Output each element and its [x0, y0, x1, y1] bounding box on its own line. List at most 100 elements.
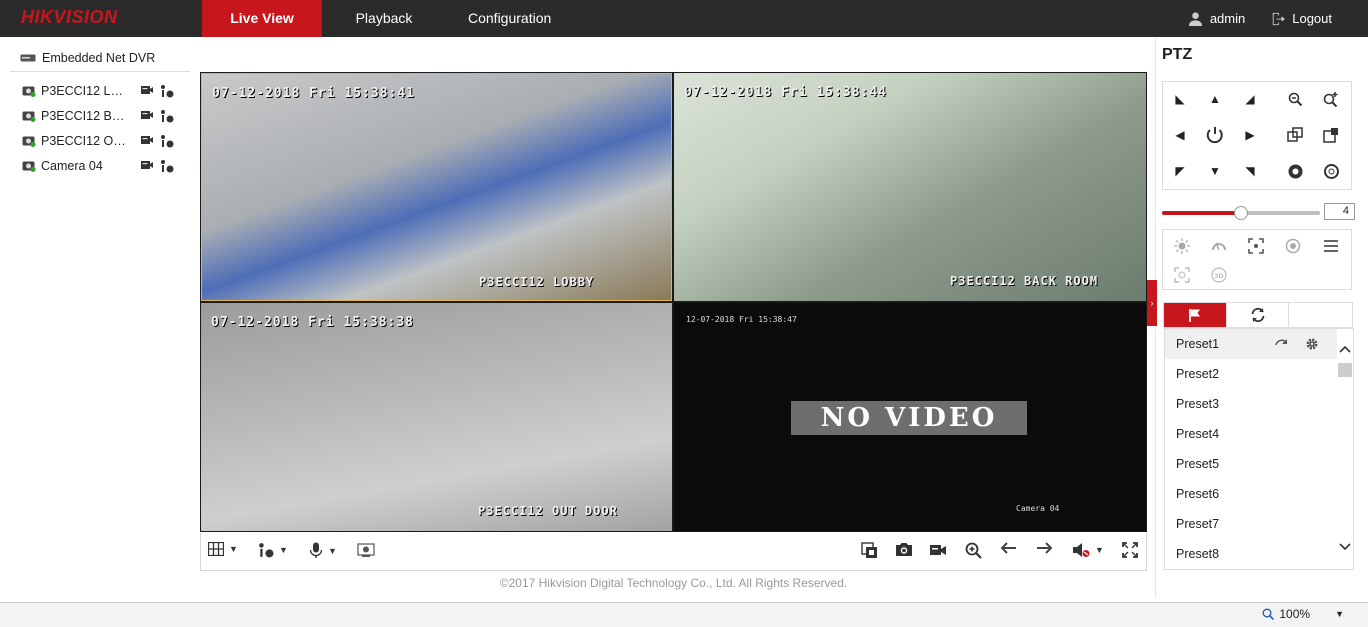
gear-icon[interactable] — [1305, 337, 1319, 351]
volume-button[interactable]: ▼ — [1072, 542, 1104, 558]
fullscreen-button[interactable] — [1122, 542, 1138, 558]
focus-near-icon — [1287, 127, 1303, 142]
ptz-right-button[interactable]: ▶ — [1235, 120, 1265, 150]
lens-init-button[interactable] — [1281, 234, 1305, 258]
focus-far-button[interactable] — [1316, 120, 1346, 150]
fisheye-button[interactable] — [357, 542, 375, 558]
iris-open-button[interactable] — [1280, 156, 1310, 186]
logout-label: Logout — [1292, 11, 1332, 26]
list-item[interactable]: Preset5 — [1165, 449, 1337, 479]
wiper-button[interactable] — [1207, 234, 1231, 258]
window-layout-button[interactable]: ▼ — [208, 542, 238, 556]
video-cell-1[interactable]: 07-12-2018 Fri 15:38:41 P3ECCI12 LOBBY — [201, 73, 672, 301]
light-button[interactable] — [1170, 234, 1194, 258]
camera-online-icon — [22, 111, 36, 122]
tree-camera-4[interactable]: Camera 04 — [10, 153, 190, 178]
next-page-button[interactable] — [1036, 542, 1052, 554]
capture-window-button[interactable] — [861, 542, 878, 559]
ptz-up-button[interactable]: ▲ — [1200, 84, 1230, 114]
arrow-down-icon: ▼ — [1209, 164, 1221, 178]
chevron-down-icon[interactable] — [1339, 543, 1351, 551]
zoom-control[interactable]: 100% ▼ — [1262, 607, 1344, 621]
video-cell-4[interactable]: 12-07-2018 Fri 15:38:47 NO VIDEO Camera … — [674, 303, 1146, 531]
arrow-left-icon — [1001, 542, 1016, 554]
video-toolbar: ▼ ▼ ▼ ▼ — [200, 533, 1147, 571]
video-camera-label: P3ECCI12 BACK ROOM — [950, 274, 1099, 288]
camera-online-icon — [22, 86, 36, 97]
list-item[interactable]: Preset3 — [1165, 389, 1337, 419]
arrow-down-left-icon: ◤ — [1175, 164, 1185, 178]
video-timestamp: 07-12-2018 Fri 15:38:41 — [212, 86, 416, 101]
ptz-up-left-button[interactable]: ◣ — [1165, 84, 1195, 114]
video-camera-label: Camera 04 — [1016, 504, 1060, 513]
ptz-speed-value[interactable]: 4 — [1324, 203, 1355, 220]
stream-type-button[interactable]: ▼ — [258, 542, 288, 558]
digital-zoom-button[interactable] — [965, 542, 982, 559]
snapshot-button[interactable] — [895, 542, 913, 557]
list-item[interactable]: Preset2 — [1165, 359, 1337, 389]
tracking-icon — [1174, 267, 1190, 283]
menu-button[interactable] — [1319, 234, 1343, 258]
list-item[interactable]: Preset7 — [1165, 509, 1337, 539]
video-cell-3[interactable]: 07-12-2018 Fri 15:38:38 P3ECCI12 OUT DOO… — [201, 303, 672, 531]
chevron-up-icon[interactable] — [1339, 345, 1351, 353]
tree-camera-1[interactable]: P3ECCI12 LO… — [10, 78, 190, 103]
ptz-auto-button[interactable] — [1200, 120, 1230, 150]
record-icon[interactable] — [140, 109, 154, 121]
tab-pattern[interactable] — [1289, 303, 1352, 327]
ptz-up-right-button[interactable]: ◢ — [1235, 84, 1265, 114]
ptz-control-icon[interactable] — [160, 159, 174, 173]
tab-presets[interactable] — [1164, 303, 1227, 327]
tab-live-view[interactable]: Live View — [202, 0, 322, 37]
grid-layout-icon — [208, 542, 224, 556]
rotate-icon — [1206, 127, 1223, 144]
ptz-control-icon[interactable] — [160, 84, 174, 98]
auxiliary-focus-button[interactable] — [1244, 234, 1268, 258]
tab-patrols[interactable] — [1227, 303, 1290, 327]
record-icon[interactable] — [140, 84, 154, 96]
list-item[interactable]: Preset1 — [1165, 329, 1337, 359]
record-icon[interactable] — [140, 134, 154, 146]
tree-camera-3[interactable]: P3ECCI12 OU… — [10, 128, 190, 153]
ptz-title: PTZ — [1162, 46, 1193, 63]
video-timestamp: 07-12-2018 Fri 15:38:38 — [211, 315, 415, 330]
ptz-control-icon[interactable] — [160, 109, 174, 123]
scrollbar-thumb[interactable] — [1338, 363, 1352, 377]
fullscreen-icon — [1122, 542, 1138, 558]
record-all-button[interactable] — [929, 542, 947, 557]
ptz-down-button[interactable]: ▼ — [1200, 156, 1230, 186]
arrow-up-right-icon: ◢ — [1245, 92, 1255, 106]
previous-page-button[interactable] — [1001, 542, 1017, 554]
list-item[interactable]: Preset8 — [1165, 539, 1337, 569]
tree-camera-2[interactable]: P3ECCI12 BA… — [10, 103, 190, 128]
ptz-speed-slider[interactable] — [1162, 205, 1320, 221]
camera-name: P3ECCI12 LO… — [41, 83, 129, 98]
manual-tracking-button[interactable] — [1170, 263, 1194, 287]
multi-capture-icon — [861, 542, 877, 558]
list-item[interactable]: Preset4 — [1165, 419, 1337, 449]
ptz-panel-toggle[interactable]: › — [1147, 280, 1157, 326]
zoom-in-icon — [965, 542, 982, 559]
user-menu[interactable]: admin — [1188, 11, 1245, 26]
call-preset-icon[interactable] — [1275, 337, 1289, 349]
ptz-left-button[interactable]: ◀ — [1165, 120, 1195, 150]
logout-button[interactable]: Logout — [1271, 11, 1332, 26]
video-cell-2[interactable]: 07-12-2018 Fri 15:38:44 P3ECCI12 BACK RO… — [674, 73, 1146, 301]
3d-positioning-button[interactable]: 3D — [1207, 263, 1231, 287]
preset-scrollbar[interactable] — [1337, 329, 1353, 569]
slider-handle[interactable] — [1234, 206, 1248, 220]
zoom-in-button[interactable] — [1316, 84, 1346, 114]
user-icon — [1188, 12, 1202, 26]
ptz-down-right-button[interactable]: ◥ — [1235, 156, 1265, 186]
zoom-out-button[interactable] — [1280, 84, 1310, 114]
audio-button[interactable]: ▼ — [309, 542, 337, 559]
ptz-down-left-button[interactable]: ◤ — [1165, 156, 1195, 186]
tree-root-device[interactable]: Embedded Net DVR — [10, 44, 190, 72]
tab-configuration[interactable]: Configuration — [446, 0, 573, 37]
tab-playback[interactable]: Playback — [322, 0, 446, 37]
iris-close-button[interactable] — [1316, 156, 1346, 186]
list-item[interactable]: Preset6 — [1165, 479, 1337, 509]
record-icon[interactable] — [140, 159, 154, 171]
focus-near-button[interactable] — [1280, 120, 1310, 150]
ptz-control-icon[interactable] — [160, 134, 174, 148]
